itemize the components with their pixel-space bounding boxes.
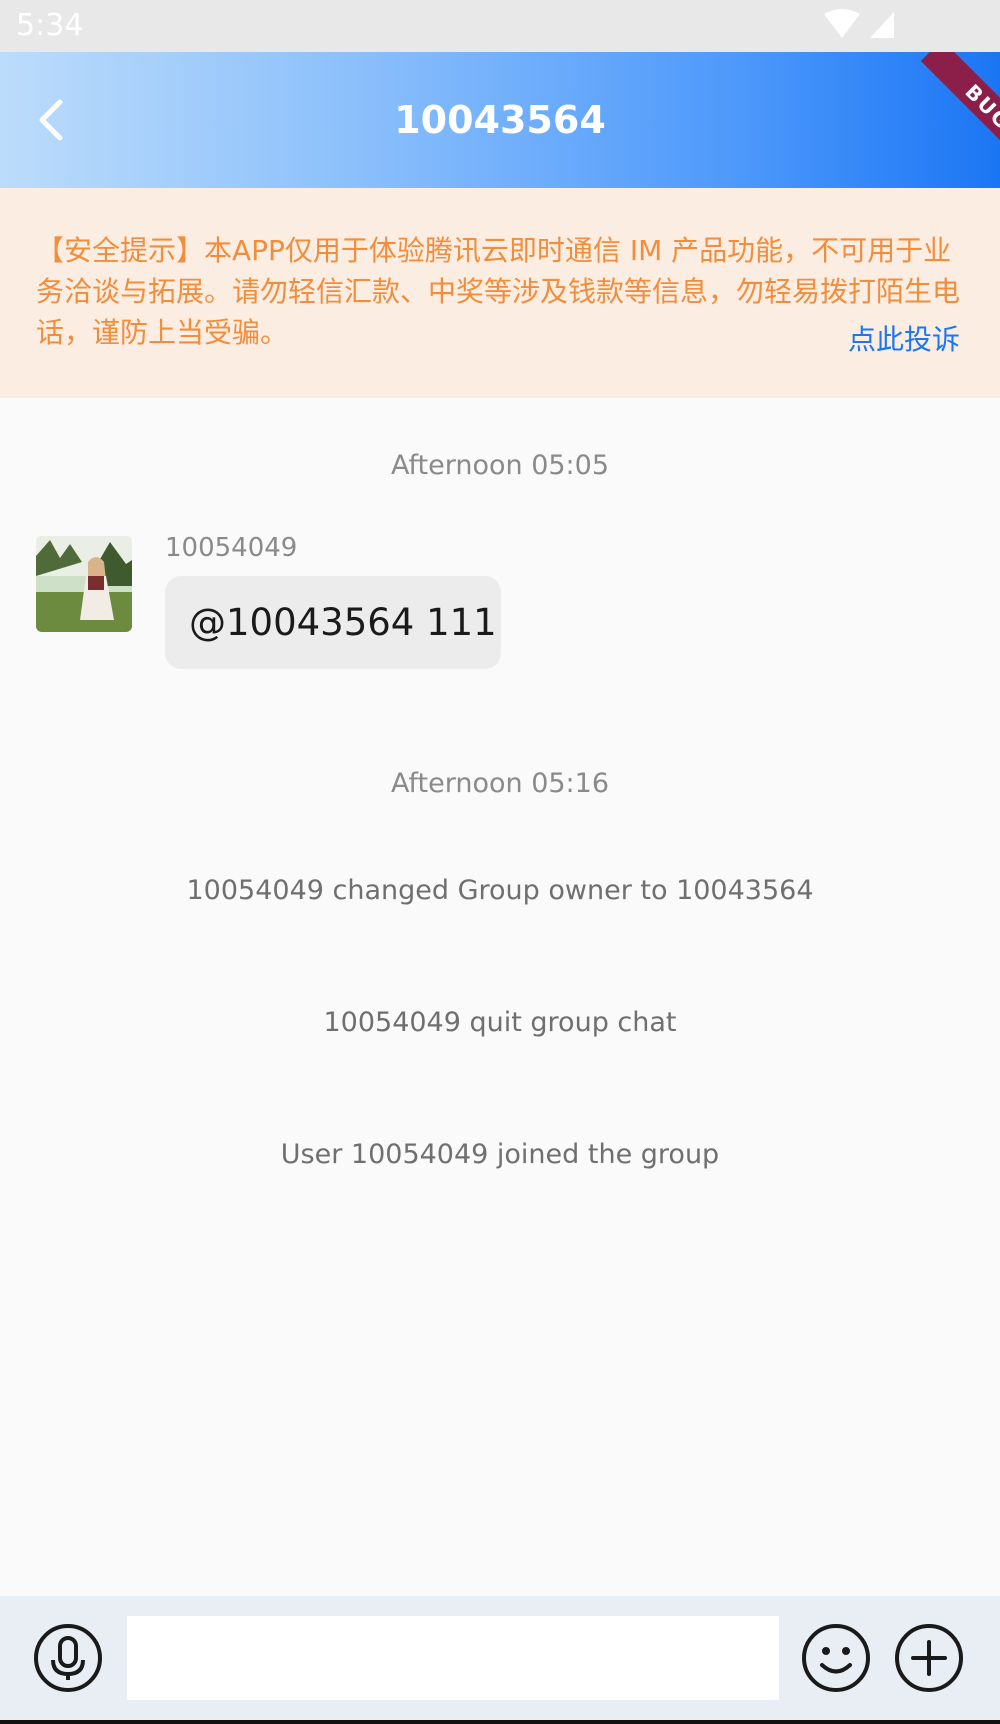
add-more-icon[interactable]: [893, 1622, 965, 1694]
navigation-bar-edge: [0, 1720, 1000, 1724]
signal-wifi-icons: [824, 9, 894, 38]
sender-name: 10054049: [165, 533, 298, 563]
microphone-icon[interactable]: [32, 1622, 104, 1694]
avatar[interactable]: [36, 536, 132, 632]
input-bar: [0, 1596, 1000, 1720]
report-link[interactable]: 点此投诉: [848, 320, 960, 360]
security-notice: 【安全提示】本APP仅用于体验腾讯云即时通信 IM 产品功能，不可用于业务洽谈与…: [0, 188, 1000, 398]
system-message: User 10054049 joined the group: [280, 1139, 720, 1170]
message-input[interactable]: [127, 1616, 779, 1700]
app-bar: 10043564 BUG: [0, 52, 1000, 188]
system-message: 10054049 changed Group owner to 10043564: [186, 875, 814, 906]
status-time: 5:34: [16, 8, 84, 43]
message-time-label: Afternoon 05:05: [390, 450, 610, 481]
emoji-icon[interactable]: [800, 1622, 872, 1694]
wifi-icon: [824, 9, 860, 38]
message-bubble[interactable]: @10043564 111: [165, 576, 501, 669]
avatar-image: [36, 536, 132, 632]
chat-title: 10043564: [394, 98, 606, 142]
security-notice-text: 【安全提示】本APP仅用于体验腾讯云即时通信 IM 产品功能，不可用于业务洽谈与…: [36, 234, 961, 349]
status-bar: 5:34: [0, 0, 1000, 52]
system-message: 10054049 quit group chat: [323, 1007, 677, 1038]
cellular-signal-icon: [870, 12, 894, 38]
message-time-label: Afternoon 05:16: [390, 768, 610, 799]
